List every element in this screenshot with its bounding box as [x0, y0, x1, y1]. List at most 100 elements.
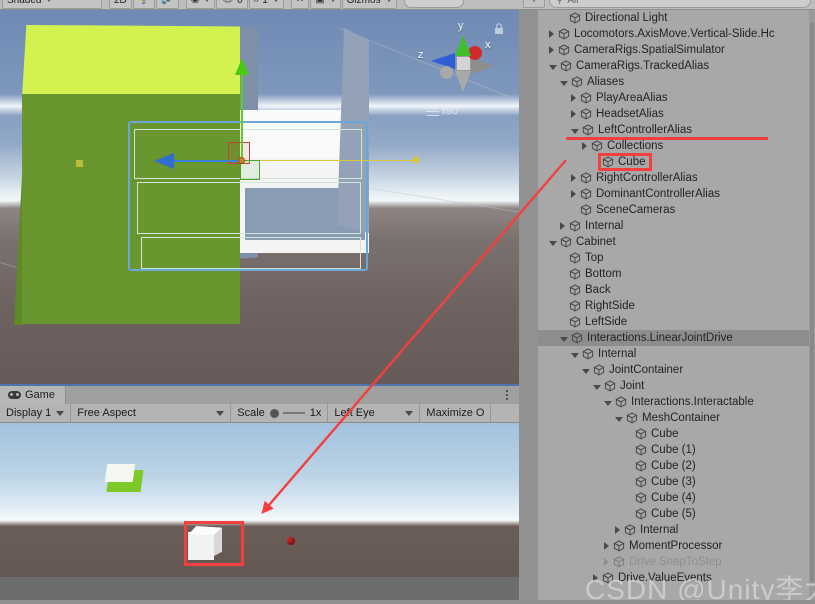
gizmo-y-arrowhead[interactable]: [235, 58, 249, 75]
gizmo-y-axis[interactable]: [241, 70, 243, 158]
chevron-down-icon[interactable]: [593, 384, 601, 390]
hierarchy-row[interactable]: CameraRigs.TrackedAlias: [538, 58, 815, 74]
gizmo-center-handle[interactable]: [238, 157, 245, 164]
audio-toggle-button[interactable]: 🔊: [156, 0, 179, 9]
gizmo-z-far-nub[interactable]: [76, 160, 83, 167]
hierarchy-row[interactable]: Collections: [538, 138, 815, 154]
chevron-right-icon[interactable]: [571, 190, 576, 198]
scale-slider-knob[interactable]: [269, 408, 279, 418]
projection-label[interactable]: Iso: [442, 103, 458, 117]
hierarchy-row[interactable]: Cube: [538, 426, 815, 442]
chevron-right-icon[interactable]: [571, 110, 576, 118]
fx-dropdown-button[interactable]: ◉: [185, 0, 216, 9]
chevron-down-icon[interactable]: [571, 352, 579, 358]
hierarchy-row[interactable]: DominantControllerAlias: [538, 186, 815, 202]
hierarchy-row[interactable]: RightControllerAlias: [538, 170, 815, 186]
hierarchy-row[interactable]: CameraRigs.SpatialSimulator: [538, 42, 815, 58]
gizmo-z-axis[interactable]: [241, 160, 417, 161]
hierarchy-row[interactable]: Internal: [538, 218, 815, 234]
chevron-down-icon[interactable]: [549, 64, 557, 70]
hierarchy-row[interactable]: Cube (3): [538, 474, 815, 490]
chevron-right-icon[interactable]: [560, 222, 565, 230]
hierarchy-row[interactable]: Top: [538, 250, 815, 266]
lighting-toggle-button[interactable]: 💡: [132, 0, 156, 9]
chevron-right-icon[interactable]: [571, 174, 576, 182]
chevron-down-icon[interactable]: [560, 80, 568, 86]
scene-view-viewport[interactable]: y x z Iso: [0, 10, 519, 384]
gizmo-z-handle[interactable]: [413, 157, 419, 163]
hide-tools-button[interactable]: ✕: [290, 0, 310, 9]
chevron-right-icon[interactable]: [604, 542, 609, 550]
grid-snapping-button[interactable]: # 1: [248, 0, 284, 9]
hierarchy-scrollbar-thumb[interactable]: [810, 22, 814, 582]
toggle-2d-button[interactable]: 2D: [109, 0, 132, 9]
hierarchy-row[interactable]: Internal: [538, 346, 815, 362]
hierarchy-row[interactable]: Cabinet: [538, 234, 815, 250]
scene-camera-button[interactable]: ▣: [310, 0, 341, 9]
hierarchy-scrollbar[interactable]: [809, 10, 815, 604]
projection-menu-icon[interactable]: [426, 107, 439, 116]
chevron-down-icon[interactable]: [560, 336, 568, 342]
scale-slider[interactable]: Scale 1x: [231, 404, 329, 422]
hierarchy-row[interactable]: Cube (4): [538, 490, 815, 506]
chevron-down-icon[interactable]: [604, 400, 612, 406]
hierarchy-row[interactable]: Interactions.LinearJointDrive: [538, 330, 815, 346]
hierarchy-row[interactable]: SceneCameras: [538, 202, 815, 218]
hierarchy-row[interactable]: LeftSide: [538, 314, 815, 330]
shading-mode-dropdown[interactable]: Shaded: [2, 0, 102, 9]
hierarchy-row[interactable]: JointContainer: [538, 362, 815, 378]
maximize-on-play-toggle[interactable]: Maximize O: [420, 404, 492, 422]
axis-cone-y[interactable]: [455, 35, 471, 56]
tab-game[interactable]: Game: [0, 386, 66, 404]
chevron-right-icon[interactable]: [615, 526, 620, 534]
hierarchy-row[interactable]: MomentProcessor: [538, 538, 815, 554]
hierarchy-row[interactable]: Aliases: [538, 74, 815, 90]
hierarchy-row[interactable]: Drive.SnapToStep: [538, 554, 815, 570]
chevron-down-icon[interactable]: [582, 368, 590, 374]
hierarchy-row[interactable]: Cube (1): [538, 442, 815, 458]
chevron-right-icon[interactable]: [549, 30, 554, 38]
scene-search-input[interactable]: [403, 0, 464, 8]
hierarchy-search-input[interactable]: ⚲ All: [549, 0, 811, 8]
hierarchy-row[interactable]: MeshContainer: [538, 410, 815, 426]
scale-slider-track[interactable]: [282, 412, 305, 414]
axis-cone-neg-x[interactable]: [471, 58, 495, 74]
game-view-viewport[interactable]: [0, 423, 519, 603]
chevron-right-icon[interactable]: [604, 558, 609, 566]
add-gameobject-button[interactable]: +: [523, 0, 545, 8]
chevron-down-icon[interactable]: [571, 128, 579, 134]
hierarchy-row[interactable]: HeadsetAlias: [538, 106, 815, 122]
aspect-dropdown[interactable]: Free Aspect: [71, 404, 232, 422]
axis-cone-neg-y[interactable]: [455, 71, 471, 92]
gizmo-x-arrowhead[interactable]: [154, 153, 174, 169]
lock-icon[interactable]: [494, 23, 504, 35]
hierarchy-row[interactable]: RightSide: [538, 298, 815, 314]
kebab-menu-icon[interactable]: [499, 386, 515, 404]
gizmo-x-axis[interactable]: [172, 160, 242, 162]
hierarchy-row[interactable]: Cube (2): [538, 458, 815, 474]
chevron-down-icon[interactable]: [615, 416, 623, 422]
hierarchy-row[interactable]: Back: [538, 282, 815, 298]
chevron-right-icon[interactable]: [582, 142, 587, 150]
hierarchy-row[interactable]: Cube: [538, 154, 815, 170]
hierarchy-row[interactable]: Bottom: [538, 266, 815, 282]
scene-orientation-gizmo[interactable]: y x z Iso: [412, 18, 512, 118]
axis-center-cube[interactable]: [456, 56, 471, 71]
axis-ball-neg-z[interactable]: [440, 66, 453, 79]
chevron-right-icon[interactable]: [571, 94, 576, 102]
hierarchy-row[interactable]: Directional Light: [538, 10, 815, 26]
hierarchy-row[interactable]: Interactions.Interactable: [538, 394, 815, 410]
hierarchy-row[interactable]: Drive.ValueEvents: [538, 570, 815, 586]
hierarchy-row[interactable]: Locomotors.AxisMove.Vertical-Slide.Hc: [538, 26, 815, 42]
display-dropdown[interactable]: Display 1: [0, 404, 72, 422]
chevron-down-icon[interactable]: [549, 240, 557, 246]
gizmos-dropdown[interactable]: Gizmos: [341, 0, 397, 9]
scene-visibility-button[interactable]: 👁 0: [216, 0, 248, 9]
hierarchy-row[interactable]: PlayAreaAlias: [538, 90, 815, 106]
hierarchy-row[interactable]: Cube (5): [538, 506, 815, 522]
hierarchy-row[interactable]: LeftControllerAlias: [538, 122, 815, 138]
chevron-right-icon[interactable]: [593, 574, 598, 582]
chevron-right-icon[interactable]: [549, 46, 554, 54]
hierarchy-tree[interactable]: Directional Light Locomotors.AxisMove.Ver…: [538, 10, 815, 604]
hierarchy-row[interactable]: Joint: [538, 378, 815, 394]
